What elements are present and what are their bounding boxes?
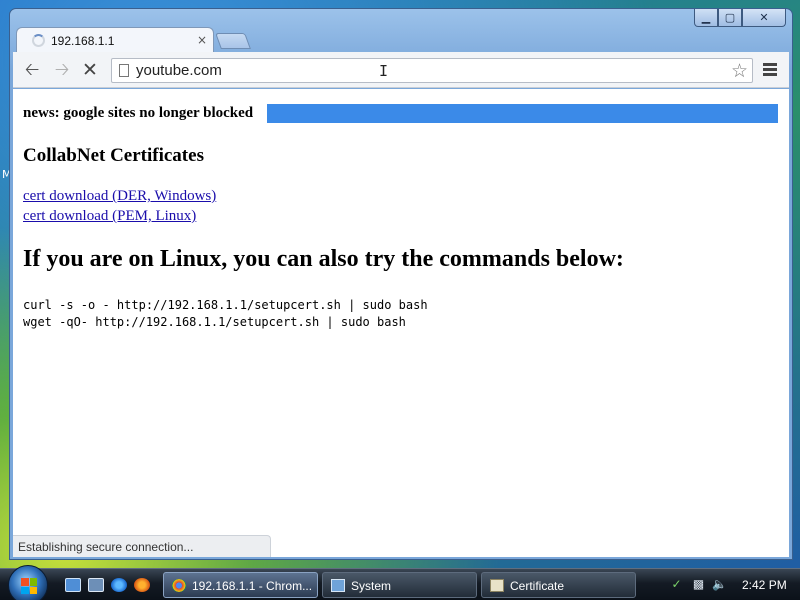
taskbar-item-chrome[interactable]: 192.168.1.1 - Chrom... <box>163 572 318 598</box>
hamburger-menu-icon[interactable] <box>763 63 777 77</box>
taskbar-item-system[interactable]: System <box>322 572 477 598</box>
system-icon <box>331 579 345 592</box>
chrome-icon <box>172 579 186 592</box>
browser-window: ▁ ▢ ✕ 192.168.1.1 × 🡠 🡢 ✕ youtube.com I … <box>9 8 793 560</box>
volume-icon[interactable]: 🔈 <box>712 578 727 591</box>
tab-title: 192.168.1.1 <box>51 34 115 48</box>
window-controls: ▁ ▢ ✕ <box>694 9 786 27</box>
certificate-icon <box>490 579 504 592</box>
windows-logo-icon <box>21 578 37 594</box>
loading-spinner-icon <box>32 34 45 47</box>
clock[interactable]: 2:42 PM <box>742 578 787 592</box>
status-bubble: Establishing secure connection... <box>13 535 271 557</box>
taskbar-item-label: System <box>351 579 392 593</box>
taskbar-item-label: Certificate <box>510 579 565 593</box>
star-icon[interactable]: ☆ <box>731 60 748 82</box>
start-button[interactable] <box>8 565 48 600</box>
internet-explorer-icon[interactable] <box>111 578 127 592</box>
system-tray: ✓ ▩ 🔈 2:42 PM <box>662 569 800 600</box>
browser-toolbar: 🡠 🡢 ✕ youtube.com I ☆ <box>13 52 789 88</box>
security-icon[interactable]: ✓ <box>670 578 683 591</box>
browser-tab[interactable]: 192.168.1.1 × <box>16 27 214 53</box>
news-highlight-bar <box>267 104 778 123</box>
new-tab-button[interactable] <box>215 33 251 49</box>
cert-download-der-link[interactable]: cert download (DER, Windows) <box>23 188 216 205</box>
firefox-icon[interactable] <box>134 578 150 592</box>
page-content: news: google sites no longer blocked Col… <box>13 89 789 557</box>
minimize-button[interactable]: ▁ <box>694 9 718 27</box>
taskbar-item-certificate[interactable]: Certificate <box>481 572 636 598</box>
maximize-button[interactable]: ▢ <box>718 9 742 27</box>
news-banner: news: google sites no longer blocked <box>23 105 254 121</box>
heading-certificates: CollabNet Certificates <box>23 145 204 166</box>
back-arrow-icon[interactable]: 🡠 <box>21 59 43 81</box>
switch-windows-icon[interactable] <box>88 578 104 592</box>
taskbar-item-label: 192.168.1.1 - Chrom... <box>192 579 313 593</box>
page-icon <box>119 64 129 77</box>
close-window-button[interactable]: ✕ <box>742 9 786 27</box>
text-cursor-icon: I <box>379 62 389 80</box>
show-desktop-icon[interactable] <box>65 578 81 592</box>
address-bar[interactable]: youtube.com I ☆ <box>111 58 753 83</box>
network-icon[interactable]: ▩ <box>692 578 705 591</box>
cert-download-pem-link[interactable]: cert download (PEM, Linux) <box>23 208 196 225</box>
url-text[interactable]: youtube.com <box>136 62 222 79</box>
stop-icon[interactable]: ✕ <box>79 59 101 81</box>
command-curl: curl -s -o - http://192.168.1.1/setupcer… <box>23 298 428 312</box>
tab-close-icon[interactable]: × <box>197 33 207 47</box>
command-wget: wget -qO- http://192.168.1.1/setupcert.s… <box>23 315 406 329</box>
taskbar: 192.168.1.1 - Chrom... System Certificat… <box>0 565 800 600</box>
heading-linux: If you are on Linux, you can also try th… <box>23 246 624 272</box>
forward-arrow-icon[interactable]: 🡢 <box>51 59 73 81</box>
